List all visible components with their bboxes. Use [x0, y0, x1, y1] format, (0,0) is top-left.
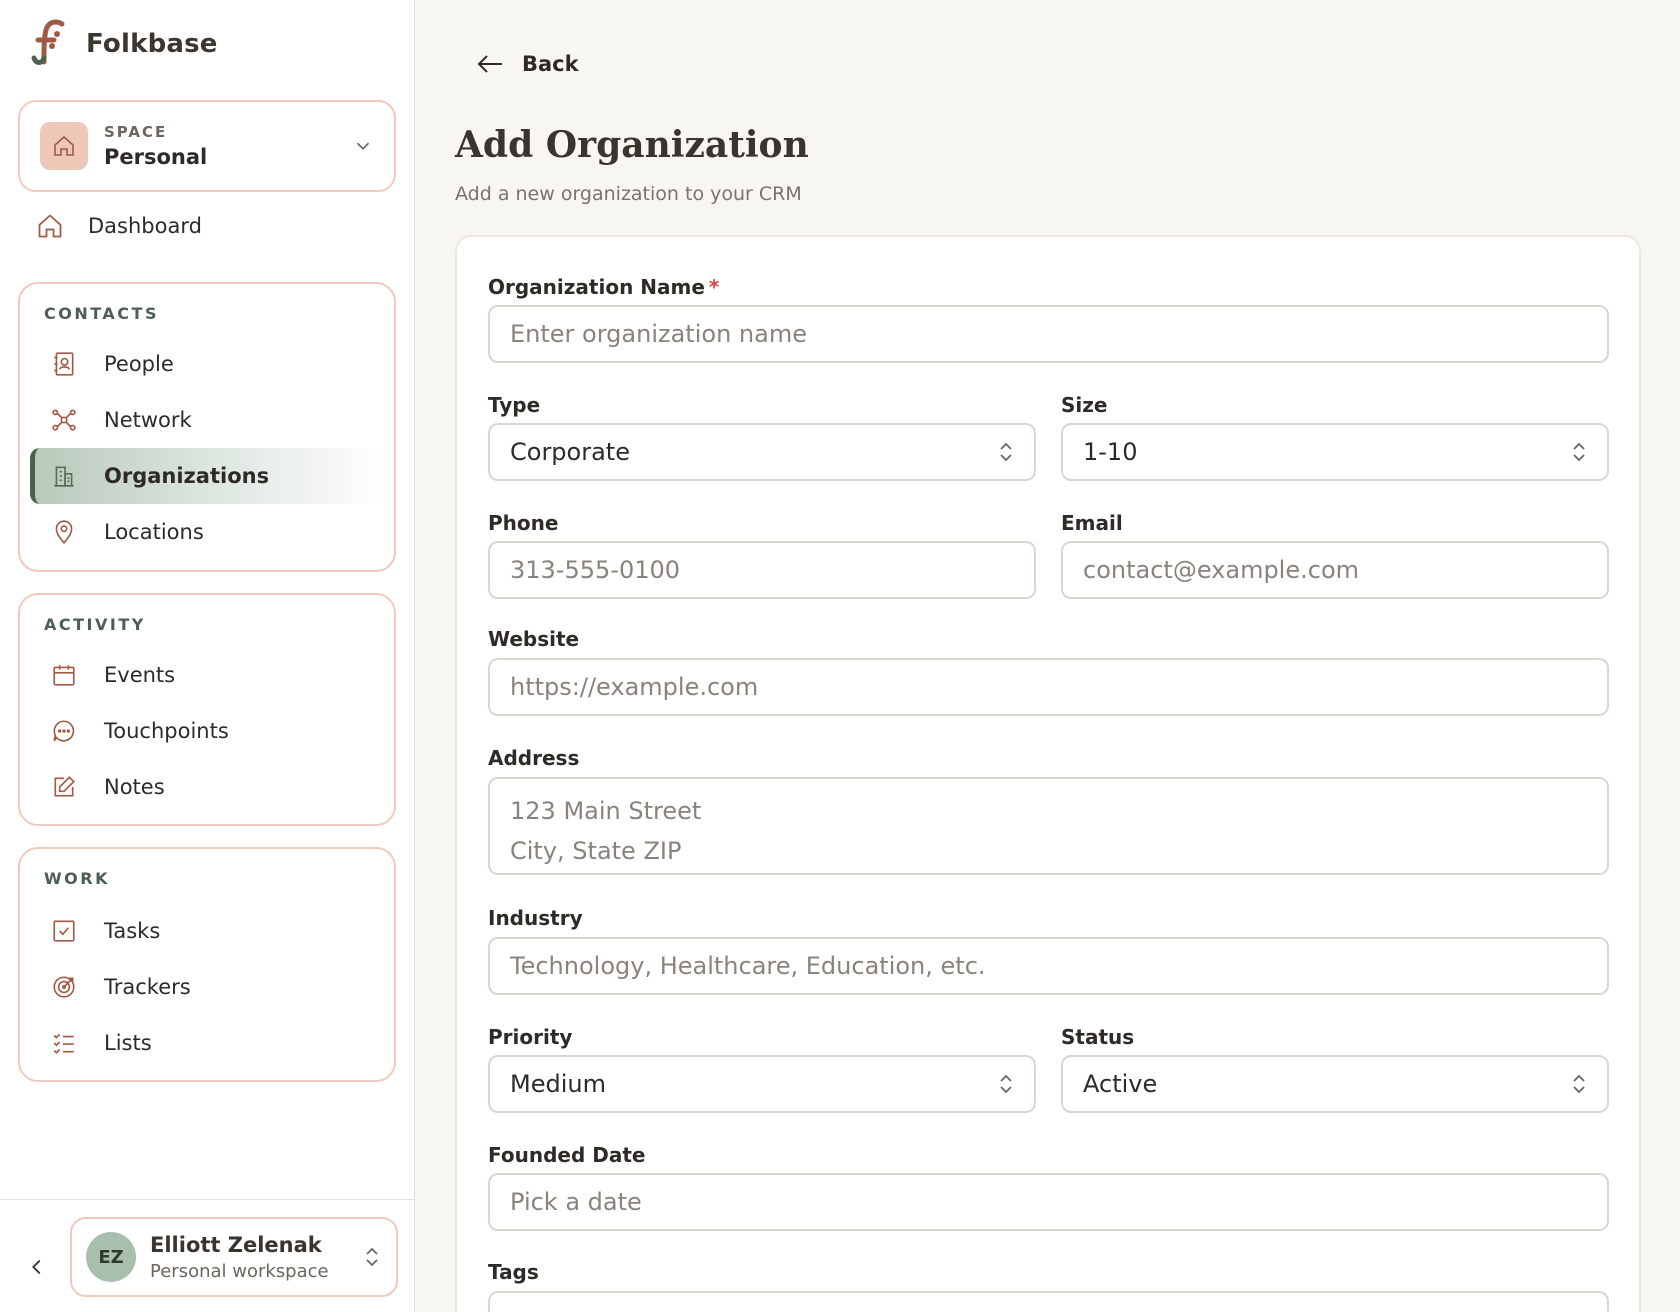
- group-title: CONTACTS: [44, 304, 159, 323]
- sidebar-item-people[interactable]: People: [30, 336, 386, 392]
- home-icon: [40, 122, 88, 170]
- website-label: Website: [488, 627, 580, 651]
- chevron-up-down-icon: [1000, 1074, 1012, 1094]
- back-label: Back: [522, 52, 579, 76]
- nav-group-activity: ACTIVITY Events Touchpoints Notes: [18, 593, 396, 826]
- size-select[interactable]: 1-10: [1061, 423, 1609, 481]
- founded-date-input[interactable]: [488, 1173, 1609, 1231]
- type-value: Corporate: [510, 438, 630, 466]
- sidebar-item-label: Locations: [104, 520, 204, 544]
- map-pin-icon: [50, 518, 78, 546]
- email-input[interactable]: [1061, 541, 1609, 599]
- back-button[interactable]: Back: [476, 52, 579, 76]
- status-label: Status: [1061, 1025, 1135, 1049]
- sidebar-item-tasks[interactable]: Tasks: [30, 903, 386, 959]
- industry-input[interactable]: [488, 937, 1609, 995]
- tags-label: Tags: [488, 1260, 539, 1284]
- size-value: 1-10: [1083, 438, 1138, 466]
- org-name-label: Organization Name *: [488, 275, 719, 299]
- org-name-label-text: Organization Name: [488, 275, 705, 299]
- type-select[interactable]: Corporate: [488, 423, 1036, 481]
- status-value: Active: [1083, 1070, 1158, 1098]
- sidebar-item-label: Notes: [104, 775, 165, 799]
- user-name: Elliott Zelenak: [150, 1232, 322, 1257]
- brand-name: Folkbase: [86, 29, 218, 59]
- sidebar-item-label: Trackers: [104, 975, 191, 999]
- checklist-icon: [50, 1029, 78, 1057]
- sidebar-item-lists[interactable]: Lists: [30, 1015, 386, 1071]
- sidebar: Folkbase SPACE Personal Dashboard CONTAC…: [0, 0, 415, 1312]
- brand[interactable]: Folkbase: [30, 18, 218, 70]
- user-switcher[interactable]: EZ Elliott Zelenak Personal workspace: [70, 1217, 398, 1297]
- sidebar-item-dashboard[interactable]: Dashboard: [36, 212, 202, 240]
- building-icon: [50, 462, 78, 490]
- group-title: ACTIVITY: [44, 615, 146, 634]
- sidebar-footer: EZ Elliott Zelenak Personal workspace: [0, 1199, 415, 1312]
- avatar: EZ: [86, 1232, 136, 1282]
- nav-group-contacts: CONTACTS People Network Organizations Lo…: [18, 282, 396, 572]
- address-textarea[interactable]: [488, 777, 1609, 875]
- address-label: Address: [488, 746, 580, 770]
- sidebar-item-label: Organizations: [104, 464, 270, 488]
- chat-bubble-icon: [50, 717, 78, 745]
- type-label: Type: [488, 393, 541, 417]
- calendar-icon: [50, 661, 78, 689]
- chevron-down-icon: [356, 142, 370, 150]
- page-title: Add Organization: [455, 124, 809, 166]
- sidebar-item-network[interactable]: Network: [30, 392, 386, 448]
- network-icon: [50, 406, 78, 434]
- space-label: SPACE: [104, 123, 168, 141]
- phone-label: Phone: [488, 511, 559, 535]
- industry-label: Industry: [488, 906, 583, 930]
- checkbox-icon: [50, 917, 78, 945]
- sidebar-item-organizations[interactable]: Organizations: [30, 448, 386, 504]
- organization-form: Organization Name* Type Corporate Size 1…: [455, 235, 1641, 1312]
- sidebar-item-locations[interactable]: Locations: [30, 504, 386, 560]
- website-input[interactable]: [488, 658, 1609, 716]
- email-label: Email: [1061, 511, 1123, 535]
- arrow-left-icon: [477, 55, 502, 73]
- sidebar-item-trackers[interactable]: Trackers: [30, 959, 386, 1015]
- folkbase-logo-icon: [30, 18, 68, 70]
- page-subtitle: Add a new organization to your CRM: [455, 183, 802, 205]
- founded-date-label: Founded Date: [488, 1143, 646, 1167]
- chevron-left-icon[interactable]: [26, 1256, 48, 1282]
- sidebar-item-label: Lists: [104, 1031, 152, 1055]
- sidebar-item-events[interactable]: Events: [30, 647, 386, 703]
- home-icon: [36, 212, 64, 240]
- required-mark: *: [708, 275, 720, 299]
- sidebar-item-label: Dashboard: [88, 214, 202, 238]
- space-switcher[interactable]: SPACE Personal: [18, 100, 396, 192]
- user-workspace: Personal workspace: [150, 1260, 329, 1282]
- org-name-input[interactable]: [488, 305, 1609, 363]
- target-icon: [50, 973, 78, 1001]
- contact-book-icon: [50, 350, 78, 378]
- space-name: Personal: [104, 145, 208, 169]
- priority-label: Priority: [488, 1025, 573, 1049]
- phone-input[interactable]: [488, 541, 1036, 599]
- size-label: Size: [1061, 393, 1108, 417]
- status-select[interactable]: Active: [1061, 1055, 1609, 1113]
- priority-value: Medium: [510, 1070, 606, 1098]
- sidebar-item-label: Network: [104, 408, 192, 432]
- sidebar-item-touchpoints[interactable]: Touchpoints: [30, 703, 386, 759]
- sidebar-item-label: Tasks: [104, 919, 161, 943]
- sidebar-item-notes[interactable]: Notes: [30, 759, 386, 815]
- sidebar-item-label: Touchpoints: [104, 719, 229, 743]
- sidebar-item-label: Events: [104, 663, 176, 687]
- chevron-up-down-icon: [1573, 442, 1585, 462]
- chevron-up-down-icon: [1000, 442, 1012, 462]
- chevron-up-down-icon: [366, 1247, 378, 1267]
- edit-note-icon: [50, 773, 78, 801]
- group-title: WORK: [44, 869, 110, 888]
- priority-select[interactable]: Medium: [488, 1055, 1036, 1113]
- sidebar-item-label: People: [104, 352, 174, 376]
- chevron-up-down-icon: [1573, 1074, 1585, 1094]
- nav-group-work: WORK Tasks Trackers Lists: [18, 847, 396, 1082]
- tags-input[interactable]: [488, 1291, 1609, 1312]
